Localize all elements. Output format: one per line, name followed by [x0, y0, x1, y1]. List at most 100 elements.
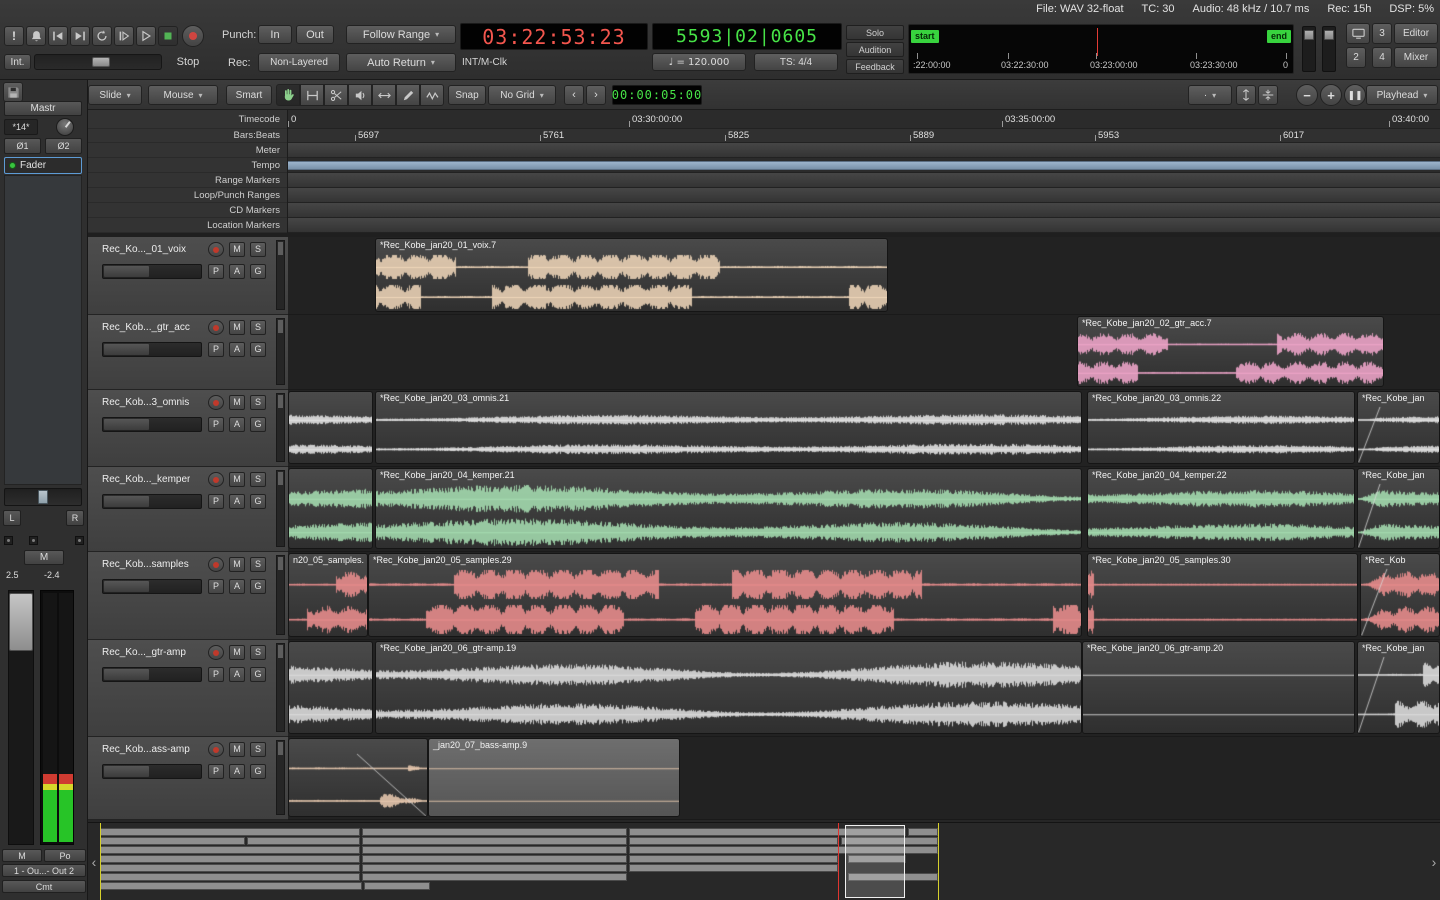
track-height-handle[interactable]: [278, 242, 283, 255]
track-gain-slider[interactable]: [102, 579, 202, 594]
playlist-button[interactable]: P: [208, 264, 224, 279]
track-name[interactable]: Rec_Kob..._gtr_acc: [102, 322, 190, 333]
track-gain-slider[interactable]: [102, 264, 202, 279]
record-enable-button[interactable]: [208, 472, 224, 487]
track-gain-slider[interactable]: [102, 417, 202, 432]
mini-timeline[interactable]: start end :22:00:00 03:22:30:00 03:23:00…: [908, 24, 1294, 74]
playlist-button[interactable]: P: [208, 417, 224, 432]
solo-button[interactable]: S: [250, 557, 266, 572]
track-lane[interactable]: *Rec_Kobe_jan20_01_voix.7: [288, 237, 1440, 315]
track-canvas[interactable]: *Rec_Kobe_jan20_01_voix.7 *Rec_Kobe_jan20…: [288, 237, 1440, 820]
sync-source-button[interactable]: INT/M-Clk: [462, 57, 507, 68]
trim-knob[interactable]: [56, 118, 74, 136]
track-header[interactable]: Rec_Kob..._gtr_accMSPAG: [88, 315, 288, 390]
edit-mode-dropdown[interactable]: Slide▾: [88, 85, 142, 105]
zoom-to-session-button[interactable]: ❚❚: [1344, 84, 1366, 106]
group-button[interactable]: G: [250, 579, 266, 594]
summary-scroll-right-arrow[interactable]: ›: [1428, 823, 1440, 900]
automation-button[interactable]: A: [229, 417, 245, 432]
track-name[interactable]: Rec_Ko..._gtr-amp: [102, 647, 186, 658]
record-enable-button[interactable]: [208, 320, 224, 335]
session-summary[interactable]: ‹ ›: [88, 822, 1440, 900]
audio-region[interactable]: *Rec_Kobe_jan20_06_gtr-amp.20: [1082, 641, 1355, 734]
mute-button[interactable]: M: [229, 742, 245, 757]
mute-button[interactable]: M: [229, 242, 245, 257]
cut-tool-button[interactable]: [324, 84, 348, 106]
auto-return-dropdown[interactable]: Auto Return▾: [346, 53, 456, 72]
fader-processor-entry[interactable]: Fader: [4, 157, 82, 174]
track-lane[interactable]: n20_05_samples.*Rec_Kobe_jan20_05_sample…: [288, 552, 1440, 640]
phase-2-button[interactable]: Ø2: [45, 138, 82, 154]
input-indicator[interactable]: [4, 536, 13, 545]
zoom-focus-dropdown[interactable]: Playhead▾: [1366, 85, 1438, 105]
track-height-scrollbar[interactable]: [276, 318, 285, 385]
track-gain-slider[interactable]: [102, 667, 202, 682]
track-header[interactable]: Rec_Kob...3_omnisMSPAG: [88, 390, 288, 467]
record-enable-button[interactable]: [208, 395, 224, 410]
audition-tool-button[interactable]: [348, 84, 372, 106]
ruler-row-bars-beats[interactable]: 569757615825588959536017: [288, 129, 1440, 143]
processor-active-led[interactable]: [9, 162, 16, 169]
processor-box[interactable]: [4, 175, 82, 485]
track-lane[interactable]: *Rec_Kobe_jan20_03_omnis.21*Rec_Kobe_jan…: [288, 390, 1440, 467]
record-button[interactable]: [182, 25, 204, 47]
meter-point-button[interactable]: M: [2, 849, 42, 862]
audio-region[interactable]: *Rec_Kobe_jan20_06_gtr-amp.19: [375, 641, 1082, 734]
record-enable-button[interactable]: [208, 645, 224, 660]
group-button[interactable]: G: [250, 417, 266, 432]
track-height-scrollbar[interactable]: [276, 240, 285, 310]
stop-button[interactable]: [158, 26, 178, 46]
start-marker[interactable]: start: [911, 30, 939, 43]
window-3-button[interactable]: 3: [1372, 23, 1392, 44]
ruler-row-range-markers[interactable]: [288, 173, 1440, 188]
smart-mode-button[interactable]: Smart: [226, 85, 272, 105]
shuttle-slider[interactable]: [34, 54, 162, 70]
monitor-window-button[interactable]: [1346, 23, 1370, 44]
audio-region[interactable]: [288, 641, 373, 734]
track-height-handle[interactable]: [278, 320, 283, 333]
audio-region[interactable]: _jan20_07_bass-amp.9: [428, 738, 680, 817]
mute-button[interactable]: M: [229, 557, 245, 572]
play-button[interactable]: [136, 26, 156, 46]
automation-button[interactable]: A: [229, 667, 245, 682]
group-button[interactable]: G: [250, 494, 266, 509]
range-tool-button[interactable]: [300, 84, 324, 106]
time-signature-button[interactable]: TS: 4/4: [754, 53, 838, 71]
track-name[interactable]: Rec_Kob...3_omnis: [102, 397, 189, 408]
track-header[interactable]: Rec_Ko..._01_voixMSPAG: [88, 237, 288, 315]
window-2-button[interactable]: 2: [1346, 47, 1366, 68]
track-height-scrollbar[interactable]: [276, 740, 285, 815]
automation-button[interactable]: A: [229, 494, 245, 509]
solo-button[interactable]: S: [250, 645, 266, 660]
audio-region[interactable]: [288, 738, 428, 817]
peak-display[interactable]: -2.4: [44, 570, 60, 580]
window-4-button[interactable]: 4: [1372, 47, 1392, 68]
meter-post-button[interactable]: Po: [44, 849, 86, 862]
summary-scroll-left-arrow[interactable]: ‹: [88, 823, 100, 900]
marker-menu-dropdown[interactable]: ·▾: [1188, 85, 1232, 105]
solo-button[interactable]: S: [250, 242, 266, 257]
track-name[interactable]: Rec_Kob...samples: [102, 559, 189, 570]
master-name-button[interactable]: Mastr: [4, 101, 82, 116]
audio-region[interactable]: [288, 391, 373, 464]
audio-region[interactable]: *Rec_Kobe_jan20_05_samples.30: [1087, 553, 1358, 637]
solo-button[interactable]: S: [250, 472, 266, 487]
audio-region[interactable]: *Rec_Kobe_jan20_04_kemper.22: [1087, 468, 1355, 549]
group-button[interactable]: G: [250, 667, 266, 682]
track-gain-slider[interactable]: [102, 764, 202, 779]
master-trim-display[interactable]: *14*: [4, 119, 38, 135]
mouse-mode-dropdown[interactable]: Mouse▾: [148, 85, 218, 105]
mini-fader-2-handle[interactable]: [1324, 30, 1334, 40]
track-height-scrollbar[interactable]: [276, 643, 285, 732]
audio-region[interactable]: *Rec_Kobe_jan: [1357, 468, 1440, 549]
end-marker[interactable]: end: [1267, 30, 1291, 43]
track-height-scrollbar[interactable]: [276, 393, 285, 462]
pan-left-button[interactable]: L: [3, 510, 21, 526]
automation-button[interactable]: A: [229, 764, 245, 779]
audio-region[interactable]: *Rec_Kobe_jan20_03_omnis.22: [1087, 391, 1355, 464]
master-fader-handle[interactable]: [9, 593, 33, 651]
mute-button[interactable]: M: [229, 320, 245, 335]
loop-button[interactable]: [92, 26, 112, 46]
output-routing-button[interactable]: 1 - Ou...- Out 2: [2, 864, 86, 877]
editor-window-button[interactable]: Editor: [1394, 23, 1438, 44]
